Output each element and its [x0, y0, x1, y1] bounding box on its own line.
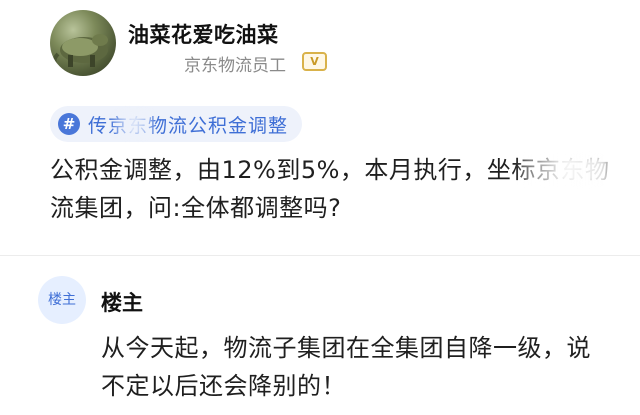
divider: [0, 255, 640, 256]
blur-mask: [520, 154, 610, 186]
author-avatar[interactable]: [50, 10, 116, 76]
author-title: 京东物流员工: [184, 56, 286, 76]
reply-body: 从今天起，物流子集团在全集团自降一级，说不定以后还会降别的！: [101, 334, 591, 400]
hash-icon: #: [58, 113, 80, 135]
author-name[interactable]: 油菜花爱吃油菜: [128, 19, 279, 49]
post-header: 油菜花爱吃油菜 京东物流员工 V: [50, 10, 610, 80]
reply-avatar[interactable]: 楼主: [38, 276, 86, 324]
verified-badge-icon: V: [302, 52, 327, 71]
avatar-image: [52, 34, 108, 68]
blur-mask: [113, 112, 153, 136]
reply-author: 楼主: [101, 291, 143, 315]
topic-tag[interactable]: # 传京东物流公积金调整: [50, 106, 303, 142]
